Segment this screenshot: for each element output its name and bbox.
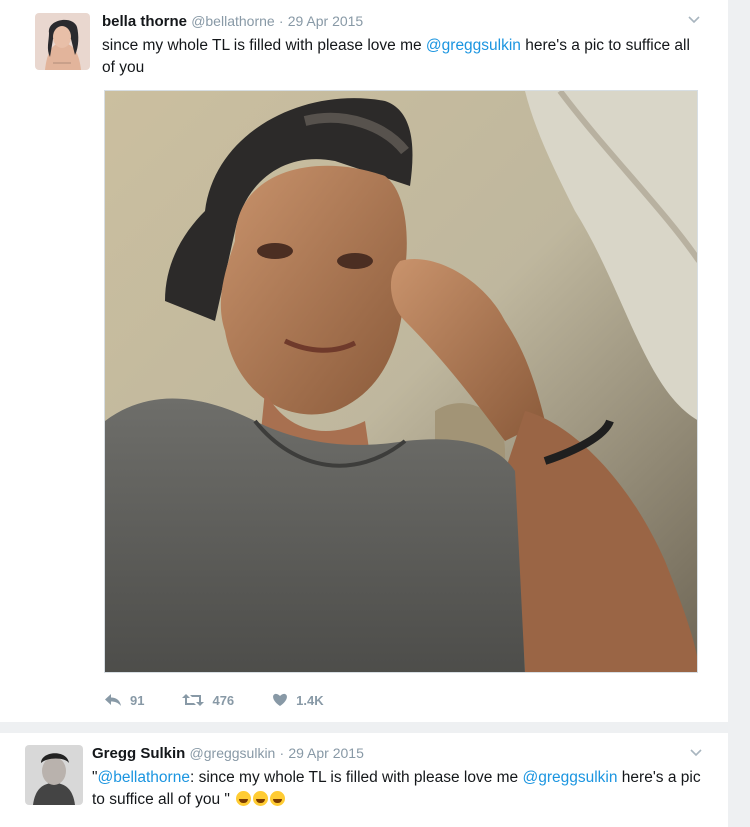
avatar[interactable] bbox=[35, 13, 90, 70]
chevron-down-icon[interactable] bbox=[688, 16, 700, 26]
retweet-icon bbox=[182, 694, 205, 706]
like-count: 1.4K bbox=[296, 692, 324, 708]
mention-link[interactable]: @greggsulkin bbox=[522, 769, 617, 786]
reply-button[interactable]: 91 bbox=[104, 693, 144, 708]
tweet-photo[interactable] bbox=[104, 90, 698, 673]
reply-icon bbox=[105, 694, 121, 706]
separator: · bbox=[279, 745, 285, 761]
author-name[interactable]: bella thorne bbox=[102, 13, 187, 30]
tweet-text: since my whole TL is filled with please … bbox=[102, 35, 702, 79]
tweet-date[interactable]: 29 Apr 2015 bbox=[288, 13, 364, 29]
retweet-button[interactable]: 476 bbox=[182, 693, 234, 708]
author-handle[interactable]: @bellathorne bbox=[191, 13, 275, 29]
heart-icon bbox=[273, 693, 288, 706]
author-name[interactable]: Gregg Sulkin bbox=[92, 745, 185, 762]
avatar[interactable] bbox=[25, 745, 83, 805]
laughing-emoji-icon bbox=[270, 791, 286, 806]
laughing-emoji-icon bbox=[253, 791, 269, 806]
mention-link[interactable]: @greggsulkin bbox=[426, 37, 521, 54]
laughing-emoji-icon bbox=[236, 791, 252, 806]
like-button[interactable]: 1.4K bbox=[272, 692, 324, 708]
tweet-text-part: : since my whole TL is filled with pleas… bbox=[189, 769, 523, 786]
tweet-text-part: since my whole TL is filled with please … bbox=[102, 37, 426, 54]
author-handle[interactable]: @greggsulkin bbox=[190, 745, 276, 761]
reply-count: 91 bbox=[130, 692, 145, 708]
tweet-actions: 91 476 1.4K bbox=[104, 690, 362, 710]
retweet-count: 476 bbox=[212, 692, 235, 708]
chevron-down-icon[interactable] bbox=[690, 749, 702, 759]
mention-link[interactable]: @bellathorne bbox=[98, 769, 190, 786]
tweet-date[interactable]: 29 Apr 2015 bbox=[288, 745, 364, 761]
tweet-text: "@bellathorne: since my whole TL is fill… bbox=[92, 767, 712, 811]
tweet-card: bella thorne @bellathorne · 29 Apr 2015 … bbox=[0, 0, 728, 722]
separator: · bbox=[278, 13, 284, 29]
